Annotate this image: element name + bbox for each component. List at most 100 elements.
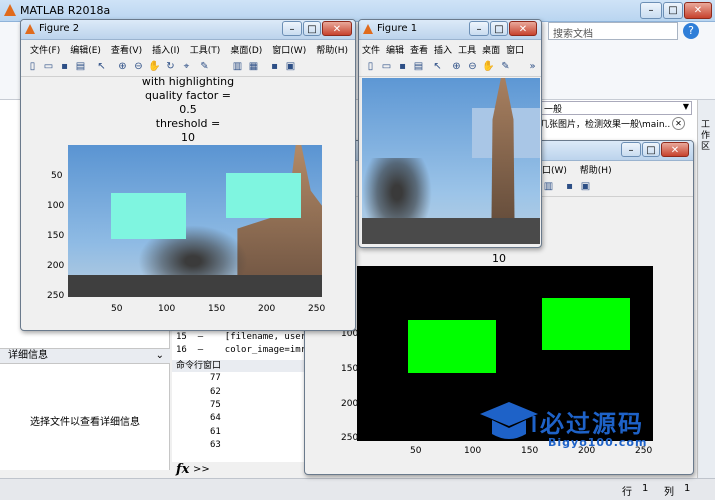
menu-window[interactable]: 窗口(W)	[267, 41, 311, 58]
command-output: 61	[210, 427, 221, 437]
search-input[interactable]: 搜索文档	[548, 22, 678, 40]
data-cursor-icon[interactable]: ⌖	[180, 60, 193, 73]
menu-help[interactable]: 帮助(H)	[311, 41, 353, 58]
command-output: 62	[210, 387, 221, 397]
minimize-button[interactable]: –	[282, 21, 302, 36]
x-tick: 150	[208, 304, 226, 314]
zoom-in-icon[interactable]: ⊕	[450, 60, 463, 73]
workspace-side-tab[interactable]: 工作区	[697, 100, 715, 480]
figure-2-window[interactable]: Figure 2 – □ ✕ 文件(F) 编辑(E) 查看(V) 插入(I) 工具(T)…	[20, 19, 356, 331]
zoom-in-icon[interactable]: ⊕	[116, 60, 129, 73]
save-icon[interactable]: ▪	[58, 60, 71, 73]
details-header[interactable]: 详细信息 ⌄	[0, 348, 170, 364]
menu-file[interactable]: 文件(F)	[25, 41, 65, 58]
more-icon[interactable]: »	[526, 60, 539, 73]
menu-file[interactable]: 文件	[359, 41, 383, 58]
pan-icon[interactable]: ✋	[148, 60, 161, 73]
code-line: 16 – color_image=imread	[176, 345, 323, 355]
pointer-icon[interactable]: ↖	[431, 60, 444, 73]
ground	[362, 218, 540, 244]
menu-view[interactable]: 查看(V)	[106, 41, 147, 58]
menu-desktop[interactable]: 桌面(D)	[225, 41, 267, 58]
close-icon[interactable]: ✕	[672, 117, 685, 130]
minimize-button[interactable]: –	[621, 142, 641, 157]
y-tick: 200	[341, 399, 359, 409]
menu-desktop[interactable]: 桌面	[479, 41, 503, 58]
chevron-down-icon: ▼	[682, 102, 689, 111]
menu-insert[interactable]: 插入	[431, 41, 455, 58]
highlight-region	[111, 193, 186, 239]
menu-edit[interactable]: 编辑	[383, 41, 407, 58]
close-button[interactable]: ✕	[661, 142, 689, 157]
col-value: 1	[684, 483, 691, 494]
highlight-region	[226, 173, 301, 218]
figure-title: Figure 2	[39, 23, 80, 34]
row-value: 1	[642, 483, 649, 494]
original-image[interactable]	[362, 78, 540, 244]
show-plot-icon[interactable]: ▣	[579, 180, 592, 193]
file-dropdown[interactable]: 一般 ▼	[540, 101, 692, 115]
menu-help[interactable]: 帮助(H)	[575, 161, 617, 178]
menu-tools[interactable]: 工具(T)	[185, 41, 226, 58]
zoom-out-icon[interactable]: ⊖	[132, 60, 145, 73]
figure-1-toolbar: ▯ ▭ ▪ ▤ ↖ ⊕ ⊖ ✋ ✎ »	[359, 57, 541, 77]
menu-edit[interactable]: 编辑(E)	[65, 41, 106, 58]
menu-insert[interactable]: 插入(I)	[147, 41, 185, 58]
ground	[68, 275, 322, 297]
menu-window[interactable]: 窗口	[503, 41, 527, 58]
matlab-logo-icon	[363, 24, 373, 34]
graduation-cap-icon	[478, 398, 540, 448]
highlighted-image[interactable]	[68, 145, 322, 297]
command-output: 75	[210, 400, 221, 410]
detected-region	[408, 320, 496, 373]
open-icon[interactable]: ▭	[42, 60, 55, 73]
minimize-button[interactable]: –	[640, 2, 662, 19]
pointer-icon[interactable]: ↖	[95, 60, 108, 73]
x-tick: 50	[111, 304, 123, 314]
command-window[interactable]	[172, 372, 307, 462]
maximize-button[interactable]: □	[490, 21, 508, 36]
maximize-button[interactable]: □	[303, 21, 321, 36]
hide-plot-icon[interactable]: ▪	[563, 180, 576, 193]
figure-1-window[interactable]: Figure 1 – □ ✕ 文件编辑查看插入工具桌面窗口帮助 ▯ ▭ ▪ ▤ …	[358, 19, 542, 248]
save-icon[interactable]: ▪	[396, 60, 409, 73]
x-tick: 250	[308, 304, 326, 314]
close-button[interactable]: ✕	[322, 21, 352, 36]
hide-plot-icon[interactable]: ▪	[268, 60, 281, 73]
zoom-out-icon[interactable]: ⊖	[466, 60, 479, 73]
legend-icon[interactable]: ▦	[247, 60, 260, 73]
col-label: 列	[664, 487, 674, 498]
maximize-button[interactable]: □	[663, 2, 683, 19]
new-file-icon[interactable]: ▯	[364, 60, 377, 73]
menu-window[interactable]: 口(W)	[537, 161, 572, 178]
workspace-tab-label: 工作区	[701, 120, 711, 152]
watermark-text: 必过源码	[540, 410, 644, 438]
figure-2-toolbar: ▯ ▭ ▪ ▤ ↖ ⊕ ⊖ ✋ ↻ ⌖ ✎ ▥ ▦ ▪ ▣	[21, 57, 355, 77]
chevron-down-icon[interactable]: ⌄	[156, 349, 164, 363]
close-button[interactable]: ✕	[684, 2, 712, 19]
minimize-button[interactable]: –	[469, 21, 489, 36]
menu-tools[interactable]: 工具	[455, 41, 479, 58]
menu-view[interactable]: 查看	[407, 41, 431, 58]
y-tick: 250	[341, 433, 359, 443]
open-icon[interactable]: ▭	[380, 60, 393, 73]
file-dropdown-text: 一般	[544, 105, 563, 115]
new-file-icon[interactable]: ▯	[26, 60, 39, 73]
brush-icon[interactable]: ✎	[198, 60, 211, 73]
close-button[interactable]: ✕	[509, 21, 537, 36]
fx-icon[interactable]: fx	[176, 462, 189, 477]
rotate-icon[interactable]: ↻	[164, 60, 177, 73]
brush-icon[interactable]: ✎	[499, 60, 512, 73]
command-prompt[interactable]: >>	[193, 464, 210, 475]
app-title: MATLAB R2018a	[20, 4, 111, 17]
maximize-button[interactable]: □	[642, 142, 660, 157]
print-icon[interactable]: ▤	[412, 60, 425, 73]
colorbar-icon[interactable]: ▥	[231, 60, 244, 73]
print-icon[interactable]: ▤	[74, 60, 87, 73]
colorbar-icon[interactable]: ▥	[542, 180, 555, 193]
pan-icon[interactable]: ✋	[482, 60, 495, 73]
figure-2-title-bar: Figure 2 – □ ✕	[21, 20, 355, 40]
question-icon[interactable]: ?	[683, 23, 699, 39]
status-bar: 行 1 列 1	[0, 478, 715, 500]
show-plot-icon[interactable]: ▣	[284, 60, 297, 73]
